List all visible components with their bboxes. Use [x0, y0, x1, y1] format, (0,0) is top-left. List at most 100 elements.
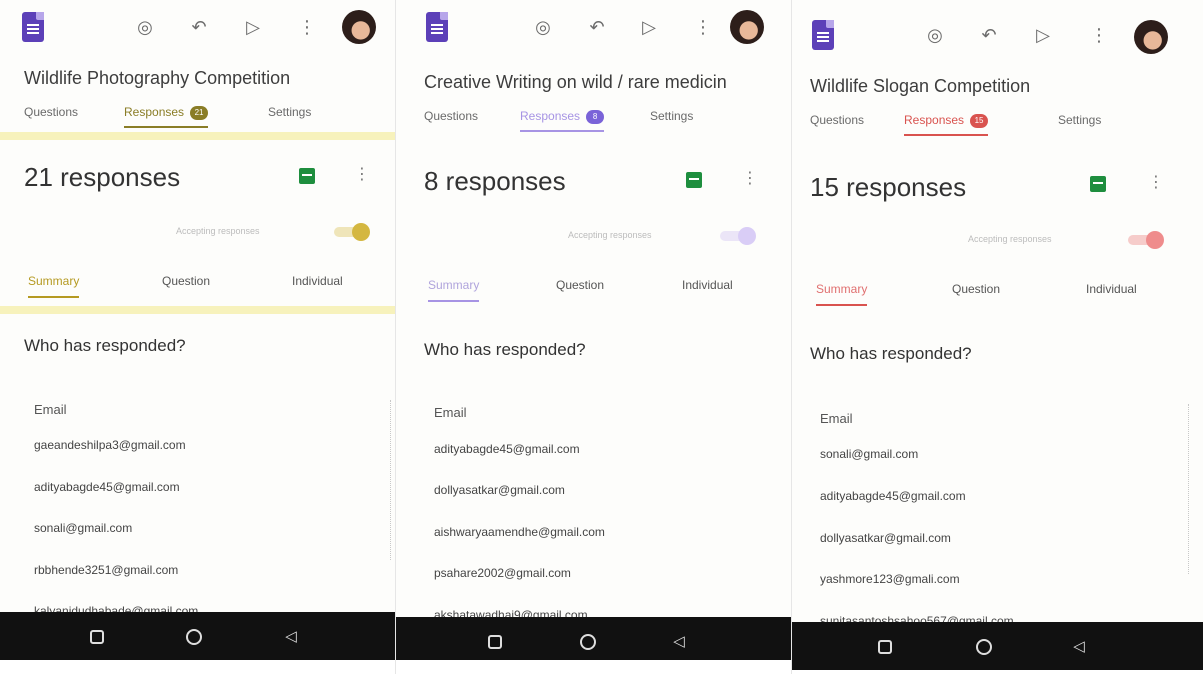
sheets-icon[interactable]: [299, 168, 315, 184]
undo-icon[interactable]: ↶: [188, 16, 210, 38]
more-vert-icon[interactable]: ⋮: [692, 16, 714, 38]
forms-icon[interactable]: [812, 20, 834, 50]
avatar[interactable]: [1134, 20, 1168, 54]
who-responded-heading: Who has responded?: [424, 340, 586, 359]
palette-icon[interactable]: ◎: [924, 24, 946, 46]
more-vert-icon[interactable]: ⋮: [742, 170, 758, 188]
phone-panel-2: ◎ ↶ ▷ ⋮ Creative Writing on wild / rare …: [396, 0, 792, 674]
form-title: Wildlife Photography Competition: [24, 68, 291, 88]
email-column-header: Email: [820, 411, 853, 426]
responses-count: 8 responses: [424, 166, 566, 196]
send-icon[interactable]: ▷: [1032, 24, 1054, 46]
tab-questions[interactable]: Questions: [24, 105, 78, 119]
accepting-responses-toggle[interactable]: [720, 227, 756, 245]
undo-icon[interactable]: ↶: [978, 24, 1000, 46]
tab-settings[interactable]: Settings: [650, 109, 693, 123]
more-vert-icon[interactable]: ⋮: [296, 16, 318, 38]
phone-panel-1: ◎ ↶ ▷ ⋮ Wildlife Photography Competition…: [0, 0, 396, 674]
sheets-icon[interactable]: [1090, 176, 1106, 192]
circle-icon[interactable]: [186, 629, 202, 645]
responses-count: 21 responses: [24, 162, 181, 192]
tab-questions[interactable]: Questions: [810, 113, 864, 127]
more-vert-icon[interactable]: ⋮: [354, 166, 370, 184]
triangle-back-icon[interactable]: ◁: [1070, 638, 1088, 656]
summary-subtabs: Summary Question Individual: [810, 282, 1173, 310]
accepting-responses-label: Accepting responses: [176, 226, 260, 236]
form-title: Creative Writing on wild / rare medicin: [424, 72, 727, 92]
accepting-responses-toggle[interactable]: [1128, 231, 1164, 249]
page-margin: [792, 670, 1203, 674]
square-icon[interactable]: [90, 630, 104, 644]
scrollbar[interactable]: [1188, 404, 1190, 574]
avatar[interactable]: [730, 10, 764, 44]
tab-settings[interactable]: Settings: [1058, 113, 1101, 127]
tab-settings[interactable]: Settings: [268, 105, 311, 119]
subtab-summary[interactable]: Summary: [816, 282, 868, 306]
subtab-question[interactable]: Question: [162, 274, 210, 288]
square-icon[interactable]: [488, 635, 502, 649]
form-tabs: Questions Responses 8 Settings: [424, 109, 782, 135]
email-list-item: adityabagde45@gmail.com: [34, 480, 180, 494]
android-nav-bar: ◁: [792, 622, 1203, 672]
square-icon[interactable]: [878, 640, 892, 654]
app-toolbar: ◎ ↶ ▷ ⋮: [792, 6, 1203, 54]
sheets-icon[interactable]: [686, 172, 702, 188]
android-nav-bar: ◁: [0, 612, 396, 662]
avatar[interactable]: [342, 10, 376, 44]
triangle-back-icon[interactable]: ◁: [282, 628, 300, 646]
circle-icon[interactable]: [976, 639, 992, 655]
form-tabs: Questions Responses 15 Settings: [810, 113, 1193, 139]
responses-count-badge: 8: [586, 109, 605, 124]
accepting-responses-label: Accepting responses: [968, 234, 1052, 244]
triangle-back-icon[interactable]: ◁: [670, 633, 688, 651]
summary-subtabs: Summary Question Individual: [24, 274, 366, 302]
accepting-responses-label: Accepting responses: [568, 230, 652, 240]
email-list-item: yashmore123@gmali.com: [820, 572, 960, 586]
tab-responses-label: Responses: [520, 109, 581, 123]
forms-icon[interactable]: [426, 12, 448, 42]
scrollbar[interactable]: [390, 400, 392, 560]
more-vert-icon[interactable]: ⋮: [1088, 24, 1110, 46]
send-icon[interactable]: ▷: [638, 16, 660, 38]
toggle-knob: [352, 223, 370, 241]
page-margin: [396, 660, 792, 674]
tab-responses-label: Responses: [124, 105, 185, 119]
palette-icon[interactable]: ◎: [532, 16, 554, 38]
app-toolbar: ◎ ↶ ▷ ⋮: [396, 6, 792, 50]
responses-count-badge: 21: [190, 105, 209, 120]
who-responded-heading: Who has responded?: [810, 344, 972, 363]
subtab-summary[interactable]: Summary: [428, 278, 480, 302]
page-margin: [0, 660, 396, 674]
who-responded-heading: Who has responded?: [24, 336, 186, 355]
highlight-marker: [0, 132, 396, 140]
subtab-individual[interactable]: Individual: [682, 278, 733, 292]
undo-icon[interactable]: ↶: [586, 16, 608, 38]
subtab-individual[interactable]: Individual: [292, 274, 343, 288]
accepting-responses-toggle[interactable]: [334, 223, 370, 241]
subtab-summary[interactable]: Summary: [28, 274, 80, 298]
tab-responses[interactable]: Responses 21: [124, 105, 209, 128]
send-icon[interactable]: ▷: [242, 16, 264, 38]
summary-subtabs: Summary Question Individual: [424, 278, 762, 306]
highlight-marker: [0, 306, 396, 314]
email-list-item: aishwaryaamendhe@gmail.com: [434, 525, 605, 539]
circle-icon[interactable]: [580, 634, 596, 650]
forms-icon[interactable]: [22, 12, 44, 42]
subtab-individual[interactable]: Individual: [1086, 282, 1137, 296]
tab-responses[interactable]: Responses 15: [904, 113, 989, 136]
palette-icon[interactable]: ◎: [134, 16, 156, 38]
subtab-question[interactable]: Question: [556, 278, 604, 292]
toggle-knob: [1146, 231, 1164, 249]
responses-count: 15 responses: [810, 172, 967, 202]
more-vert-icon[interactable]: ⋮: [1148, 174, 1164, 192]
email-list-item: adityabagde45@gmail.com: [434, 442, 580, 456]
tab-responses[interactable]: Responses 8: [520, 109, 605, 132]
subtab-question[interactable]: Question: [952, 282, 1000, 296]
email-list-item: rbbhende3251@gmail.com: [34, 563, 179, 577]
email-list-item: psahare2002@gmail.com: [434, 566, 571, 580]
email-list-item: dollyasatkar@gmail.com: [820, 531, 951, 545]
form-title: Wildlife Slogan Competition: [810, 76, 1031, 96]
email-column-header: Email: [34, 402, 67, 417]
form-tabs: Questions Responses 21 Settings: [24, 105, 386, 131]
tab-questions[interactable]: Questions: [424, 109, 478, 123]
